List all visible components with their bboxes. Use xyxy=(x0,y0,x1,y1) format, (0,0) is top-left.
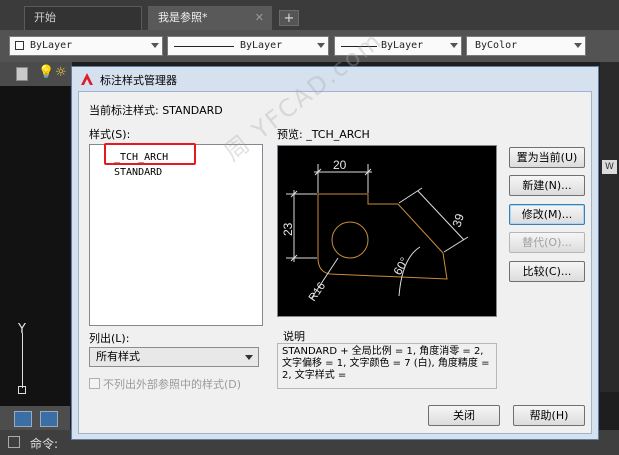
list-filter-select[interactable]: 所有样式 xyxy=(89,347,259,367)
lightbulb-icon[interactable]: 💡 xyxy=(38,65,54,80)
plotstyle-combo[interactable]: ByColor xyxy=(466,36,586,56)
right-panel-edge: W xyxy=(600,62,619,392)
save-icon[interactable] xyxy=(14,411,32,427)
command-prompt: 命令: xyxy=(30,437,59,451)
layer-combo[interactable]: ByLayer xyxy=(9,36,163,56)
close-icon[interactable]: ✕ xyxy=(255,7,264,29)
help-button[interactable]: 帮助(H) xyxy=(513,405,585,426)
linetype-sample xyxy=(174,46,234,47)
linetype-combo[interactable]: ByLayer xyxy=(167,36,329,56)
set-current-button[interactable]: 置为当前(U) xyxy=(509,147,585,168)
styles-label: 样式(S): xyxy=(89,128,131,141)
exclude-xref-label: 不列出外部参照中的样式(D) xyxy=(103,378,242,391)
preview-label: 预览: _TCH_ARCH xyxy=(277,128,370,141)
chevron-down-icon xyxy=(574,43,582,48)
ucs-y-axis xyxy=(22,333,23,388)
preview-drawing: 20 23 39 60° R16 xyxy=(281,158,469,304)
new-tab-button[interactable]: + xyxy=(279,10,299,26)
compare-styles-button[interactable]: 比较(C)... xyxy=(509,261,585,282)
style-preview: 20 23 39 60° R16 xyxy=(277,145,497,317)
color-swatch-icon xyxy=(15,41,24,50)
dim-top-text: 20 xyxy=(333,158,347,172)
current-style-label: 当前标注样式: STANDARD xyxy=(89,104,223,117)
plotstyle-combo-value: ByColor xyxy=(475,40,518,51)
style-item-standard[interactable]: STANDARD xyxy=(114,167,162,178)
layer-combo-value: ByLayer xyxy=(30,40,73,51)
layer-properties-icon[interactable] xyxy=(16,67,28,81)
save-as-icon[interactable] xyxy=(40,411,58,427)
dim-radius-text: R16 xyxy=(307,280,328,303)
dim-angle-text: 60° xyxy=(390,255,411,278)
exclude-xref-checkbox[interactable] xyxy=(89,378,100,389)
ucs-y-label: Y xyxy=(18,322,26,337)
drawing-canvas[interactable]: Y xyxy=(0,86,70,406)
new-style-button[interactable]: 新建(N)... xyxy=(509,175,585,196)
list-filter-value: 所有样式 xyxy=(96,350,140,363)
description-text: STANDARD + 全局比例 = 1, 角度消零 = 2, 文字偏移 = 1,… xyxy=(282,346,490,381)
list-label: 列出(L): xyxy=(89,332,130,345)
viewcube-w-label[interactable]: W xyxy=(602,160,617,174)
close-button[interactable]: 关闭 xyxy=(428,405,500,426)
lineweight-combo-value: ByLayer xyxy=(381,40,424,51)
styles-list[interactable]: _TCH_ARCH STANDARD xyxy=(89,144,263,326)
tab-active-drawing[interactable]: 我是参照* ✕ xyxy=(148,6,272,30)
tab-start[interactable]: 开始 xyxy=(24,6,142,30)
bottom-toolbar xyxy=(0,406,70,430)
chevron-down-icon xyxy=(245,355,253,360)
command-line-handle-icon[interactable] xyxy=(8,436,20,448)
description-box: STANDARD + 全局比例 = 1, 角度消零 = 2, 文字偏移 = 1,… xyxy=(277,343,497,389)
sun-icon[interactable]: ☼ xyxy=(55,65,67,80)
tab-active-label: 我是参照* xyxy=(158,11,208,24)
selection-highlight-box xyxy=(104,143,196,165)
dialog-title: 标注样式管理器 xyxy=(100,74,177,87)
properties-toolbar: ByLayer ByLayer ByLayer ByColor xyxy=(0,30,619,62)
override-style-button[interactable]: 替代(O)... xyxy=(509,232,585,253)
description-label: 说明 xyxy=(283,330,305,343)
document-tab-bar: 开始 我是参照* ✕ + xyxy=(0,0,619,30)
dimension-style-manager-dialog: 标注样式管理器 当前标注样式: STANDARD 样式(S): 预览: _TCH… xyxy=(71,66,599,440)
chevron-down-icon xyxy=(151,43,159,48)
layer-tools: 💡 ☼ xyxy=(0,62,72,86)
tab-start-label: 开始 xyxy=(34,11,56,24)
chevron-down-icon xyxy=(317,43,325,48)
dim-left-text: 23 xyxy=(281,222,295,236)
chevron-down-icon xyxy=(450,43,458,48)
linetype-combo-value: ByLayer xyxy=(240,40,283,51)
ucs-origin-icon xyxy=(18,386,26,394)
dim-right-text: 39 xyxy=(450,212,468,229)
autocad-logo-icon xyxy=(81,73,93,85)
modify-style-button[interactable]: 修改(M)... xyxy=(509,204,585,225)
